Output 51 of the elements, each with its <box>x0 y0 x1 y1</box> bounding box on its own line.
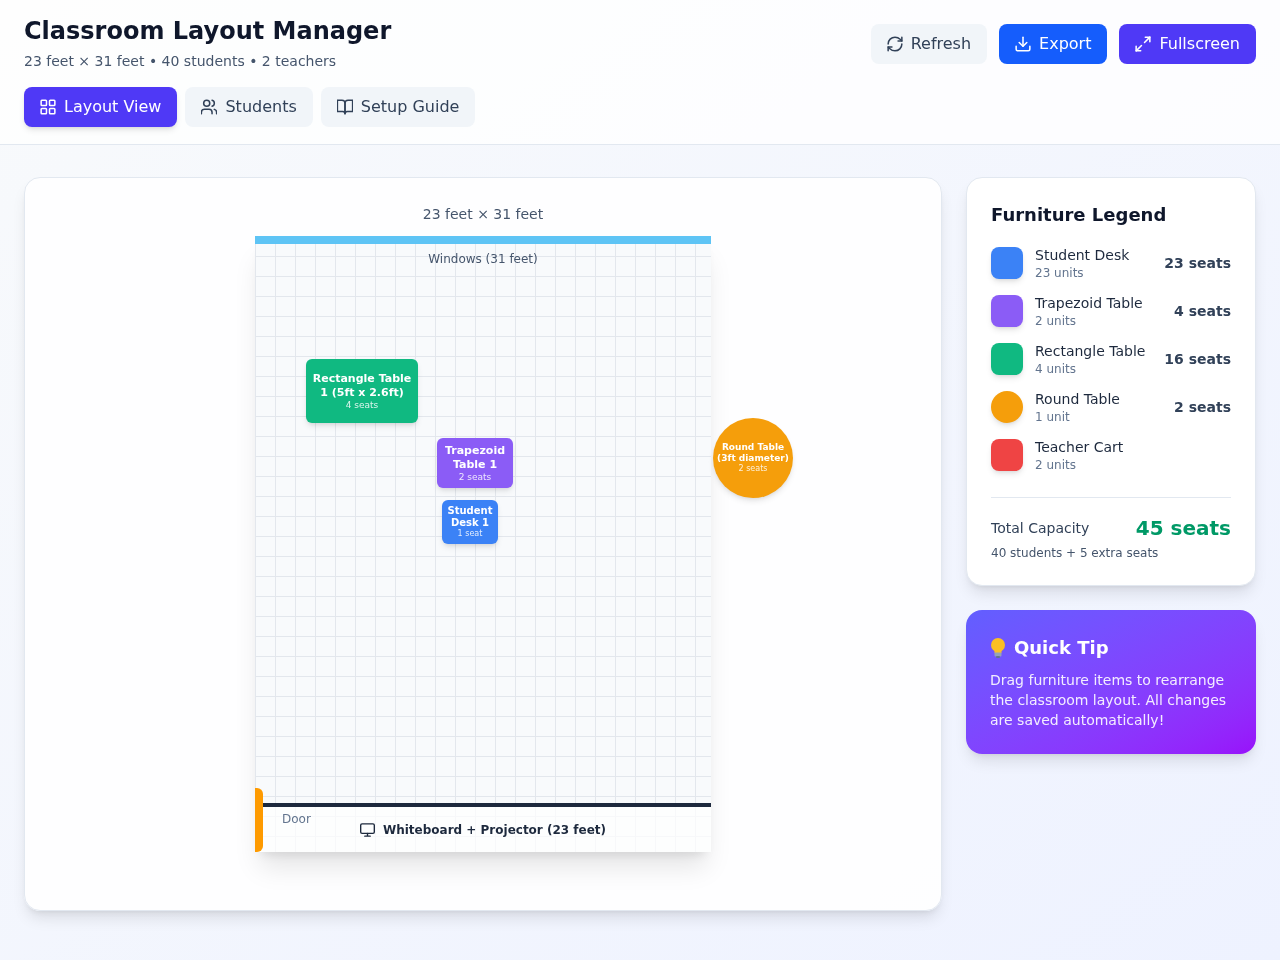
seat-total: 4 seats <box>1174 302 1231 321</box>
refresh-icon <box>886 36 903 52</box>
total-capacity-value: 45 seats <box>1135 515 1231 542</box>
trapezoid-table[interactable]: Trapezoid Table 1 2 seats <box>437 438 513 488</box>
light-bulb-icon <box>990 638 1006 658</box>
door <box>255 788 263 852</box>
tab[interactable]: Students <box>185 87 313 127</box>
whiteboard-label: Whiteboard + Projector (23 feet) <box>382 821 607 838</box>
seat-total: 2 seats <box>1174 398 1231 417</box>
tab[interactable]: Layout View <box>24 87 178 127</box>
seat-count: 2 seats <box>738 464 768 474</box>
action-button[interactable]: Refresh <box>870 24 988 64</box>
furniture-label: Round Table (3ft diameter) <box>717 442 789 464</box>
unit-count: 2 units <box>1035 313 1077 329</box>
users-icon <box>201 99 218 115</box>
room-dimensions: 23 feet × 31 feet <box>422 205 544 224</box>
student-desk[interactable]: Student Desk 1 1 seat <box>442 500 498 544</box>
expand-icon <box>1135 36 1152 52</box>
windows-label: Windows (31 feet) <box>428 251 538 267</box>
total-capacity-label: Total Capacity <box>991 519 1090 538</box>
capacity-note: 40 students + 5 extra seats <box>991 545 1160 561</box>
furniture-label: Rectangle Table 1 (5ft x 2.6ft) <box>311 371 413 400</box>
furniture-name: Teacher Cart <box>1035 438 1125 457</box>
unit-count: 2 units <box>1035 457 1077 473</box>
unit-count: 4 units <box>1035 361 1077 377</box>
book-icon <box>336 99 353 115</box>
tab[interactable]: Setup Guide <box>320 87 476 127</box>
download-icon <box>1015 36 1032 52</box>
seat-total: 23 seats <box>1164 254 1231 273</box>
unit-count: 1 unit <box>1035 409 1071 425</box>
page-title: Classroom Layout Manager <box>24 16 393 47</box>
seat-count: 1 seat <box>457 529 483 539</box>
door-label: Door <box>282 811 311 827</box>
tip-text: Drag furniture items to rearrange the classroom layout. All changes are saved automatically! <box>990 671 1228 730</box>
room-summary: 23 feet × 31 feet • 40 students • 2 teachers <box>24 52 338 71</box>
seat-total: 16 seats <box>1164 350 1231 369</box>
furniture-name: Rectangle Table <box>1035 342 1147 361</box>
grid-icon <box>40 99 56 115</box>
furniture-name: Round Table <box>1035 390 1121 409</box>
seat-count: 2 seats <box>458 471 492 483</box>
seat-count: 4 seats <box>345 399 379 411</box>
furniture-label: Student Desk 1 <box>446 505 494 529</box>
unit-count: 23 units <box>1035 265 1085 281</box>
tip-title: Quick Tip <box>1014 636 1109 660</box>
monitor-icon <box>359 822 375 837</box>
action-button[interactable]: Export <box>999 24 1108 64</box>
furniture-name: Student Desk <box>1035 246 1131 265</box>
furniture-label: Trapezoid Table 1 <box>443 443 507 472</box>
legend-title: Furniture Legend <box>991 203 1168 227</box>
action-button[interactable]: Fullscreen <box>1119 24 1256 64</box>
furniture-name: Trapezoid Table <box>1035 294 1144 313</box>
